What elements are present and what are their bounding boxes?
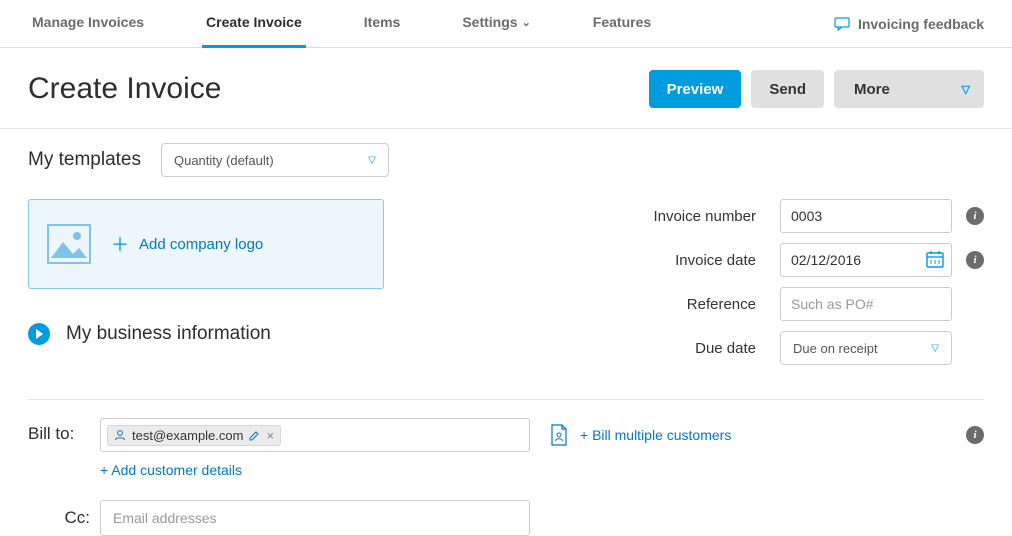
add-customer-details-link[interactable]: + Add customer details: [100, 462, 242, 478]
recipient-email: test@example.com: [132, 428, 243, 443]
top-tabs: Manage Invoices Create Invoice Items Set…: [0, 0, 1012, 48]
invoice-number-label: Invoice number: [653, 208, 756, 225]
bill-to-input[interactable]: test@example.com ×: [100, 418, 530, 452]
edit-icon[interactable]: [249, 430, 260, 441]
invoice-number-input[interactable]: [780, 199, 952, 233]
page-header: Create Invoice Preview Send More ▽: [0, 48, 1012, 129]
chevron-down-icon: ⌄: [522, 16, 531, 29]
header-actions: Preview Send More ▽: [649, 70, 984, 108]
recipient-pill: test@example.com ×: [107, 425, 281, 446]
due-date-select[interactable]: Due on receipt ▽: [780, 331, 952, 365]
templates-label: My templates: [28, 149, 141, 171]
due-date-label: Due date: [695, 340, 756, 357]
info-icon[interactable]: i: [966, 207, 984, 225]
calendar-icon[interactable]: [926, 250, 944, 268]
info-icon[interactable]: i: [966, 426, 984, 444]
remove-icon[interactable]: ×: [266, 428, 274, 443]
feedback-icon: [834, 17, 850, 31]
feedback-label: Invoicing feedback: [858, 16, 984, 32]
chevron-down-icon: ▽: [962, 83, 970, 96]
reference-label: Reference: [687, 296, 756, 313]
bill-to-label: Bill to:: [28, 418, 100, 444]
business-info-toggle[interactable]: My business information: [28, 323, 423, 345]
chevron-down-icon: ▽: [931, 343, 939, 354]
send-button[interactable]: Send: [751, 70, 824, 108]
chevron-down-icon: ▽: [368, 155, 376, 166]
bill-multiple-customers-link[interactable]: + Bill multiple customers: [580, 427, 731, 443]
tab-settings-label: Settings: [462, 14, 517, 30]
more-button[interactable]: More ▽: [834, 70, 984, 108]
expand-icon[interactable]: [28, 323, 50, 345]
picture-icon: [47, 224, 91, 264]
info-icon[interactable]: i: [966, 251, 984, 269]
due-date-selected: Due on receipt: [793, 341, 878, 356]
cc-label: Cc:: [28, 508, 100, 528]
person-icon: [114, 429, 126, 441]
add-logo-text: ＋ Add company logo: [111, 231, 263, 257]
contacts-icon: [548, 422, 570, 448]
tab-settings[interactable]: Settings ⌄: [458, 0, 534, 48]
preview-button[interactable]: Preview: [649, 70, 742, 108]
tab-features[interactable]: Features: [589, 0, 655, 48]
template-select[interactable]: Quantity (default) ▽: [161, 143, 389, 177]
template-selected: Quantity (default): [174, 153, 274, 168]
invoice-date-label: Invoice date: [675, 252, 756, 269]
plus-icon: ＋: [111, 231, 129, 257]
page-title: Create Invoice: [28, 72, 221, 106]
tab-create-invoice[interactable]: Create Invoice: [202, 0, 306, 48]
business-info-label: My business information: [66, 323, 271, 345]
cc-input[interactable]: [100, 500, 530, 536]
reference-input[interactable]: [780, 287, 952, 321]
templates-row: My templates Quantity (default) ▽: [0, 129, 1012, 185]
tab-manage-invoices[interactable]: Manage Invoices: [28, 0, 148, 48]
add-company-logo-box[interactable]: ＋ Add company logo: [28, 199, 384, 289]
tab-items[interactable]: Items: [360, 0, 405, 48]
invoicing-feedback-link[interactable]: Invoicing feedback: [834, 16, 984, 32]
more-button-label: More: [854, 81, 890, 98]
